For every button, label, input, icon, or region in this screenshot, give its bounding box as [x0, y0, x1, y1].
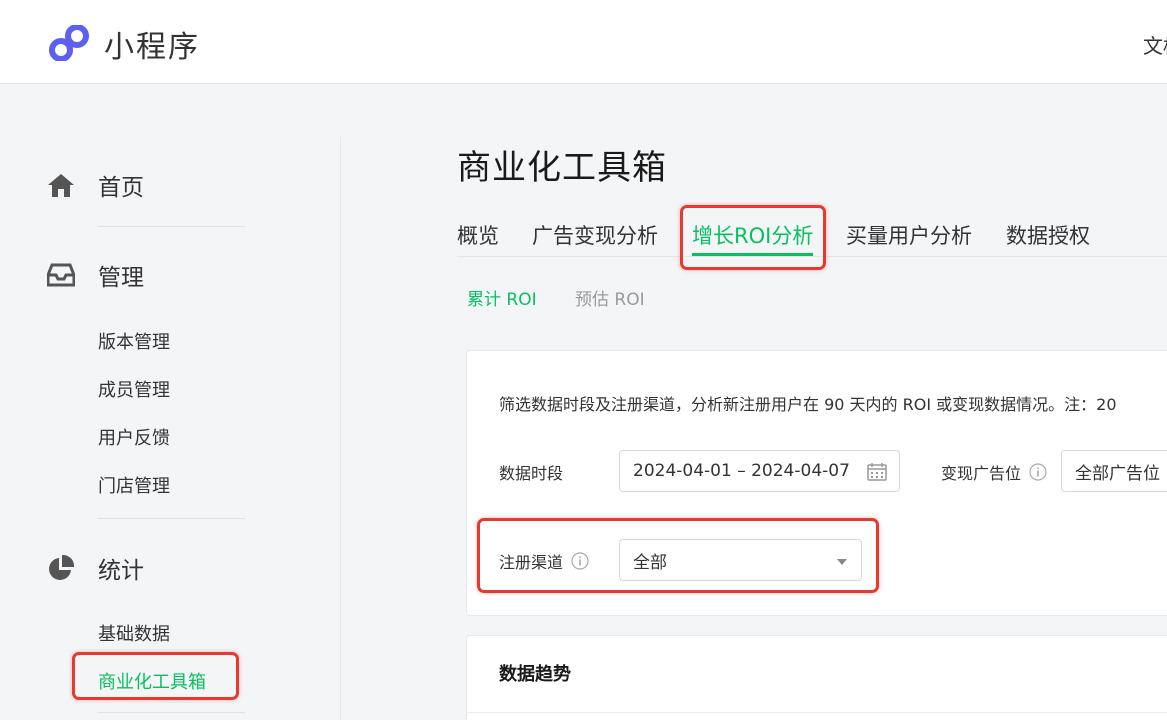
sidebar-item-stores[interactable]: 门店管理 — [98, 472, 170, 498]
trend-card — [466, 635, 1167, 720]
app-title: 小程序 — [104, 30, 200, 65]
docs-link[interactable]: 文档 — [1143, 30, 1167, 59]
sidebar-separator — [98, 518, 245, 519]
sidebar-group-stats[interactable]: 统计 — [46, 551, 144, 585]
sidebar-divider — [340, 137, 341, 720]
sidebar-item-members[interactable]: 成员管理 — [98, 376, 170, 402]
date-range-picker[interactable]: 2024-04-01 – 2024-04-07 — [619, 450, 900, 492]
mini-program-logo-icon[interactable] — [48, 25, 90, 61]
tab-data-authorization[interactable]: 数据授权 — [1006, 220, 1090, 250]
calendar-icon — [867, 463, 887, 481]
subtab-cumulative-roi[interactable]: 累计 ROI — [467, 285, 537, 310]
sidebar-separator — [98, 226, 245, 227]
subtab-estimated-roi[interactable]: 预估 ROI — [575, 285, 645, 310]
sidebar-group-label: 统计 — [98, 558, 144, 584]
top-bar: 小程序 文档 — [0, 0, 1167, 84]
ad-slot-label: 变现广告位 — [941, 460, 1047, 484]
inbox-icon — [46, 260, 76, 290]
trend-section-title: 数据趋势 — [499, 664, 571, 685]
tab-ad-monetization[interactable]: 广告变现分析 — [532, 220, 658, 250]
date-range-label: 数据时段 — [499, 460, 563, 484]
sidebar-item-home[interactable]: 首页 — [46, 168, 144, 202]
sidebar-item-feedback[interactable]: 用户反馈 — [98, 424, 170, 450]
sidebar-item-version[interactable]: 版本管理 — [98, 328, 170, 354]
sidebar-separator — [98, 712, 245, 713]
tab-paid-users[interactable]: 买量用户分析 — [846, 220, 972, 250]
date-range-value: 2024-04-01 – 2024-04-07 — [633, 461, 850, 481]
trend-divider — [467, 712, 1167, 713]
sidebar-group-label: 管理 — [98, 265, 144, 291]
pie-chart-icon — [46, 553, 76, 583]
info-icon[interactable] — [1029, 463, 1047, 481]
sidebar-item-label: 首页 — [98, 175, 144, 201]
ad-slot-label-text: 变现广告位 — [941, 464, 1022, 483]
tab-overview[interactable]: 概览 — [457, 220, 499, 250]
sidebar-group-manage[interactable]: 管理 — [46, 258, 144, 292]
filter-description: 筛选数据时段及注册渠道，分析新注册用户在 90 天内的 ROI 或变现数据情况。… — [499, 395, 1117, 414]
date-range-label-text: 数据时段 — [499, 464, 564, 483]
highlight-box-sidebar — [72, 652, 239, 700]
highlight-box-channel — [477, 518, 879, 593]
page-title: 商业化工具箱 — [457, 148, 667, 188]
home-icon — [46, 170, 76, 200]
highlight-box-tab — [680, 205, 826, 270]
ad-slot-select[interactable]: 全部广告位 — [1061, 450, 1167, 492]
sidebar-item-basic-data[interactable]: 基础数据 — [98, 620, 170, 646]
ad-slot-value: 全部广告位 — [1075, 463, 1160, 484]
